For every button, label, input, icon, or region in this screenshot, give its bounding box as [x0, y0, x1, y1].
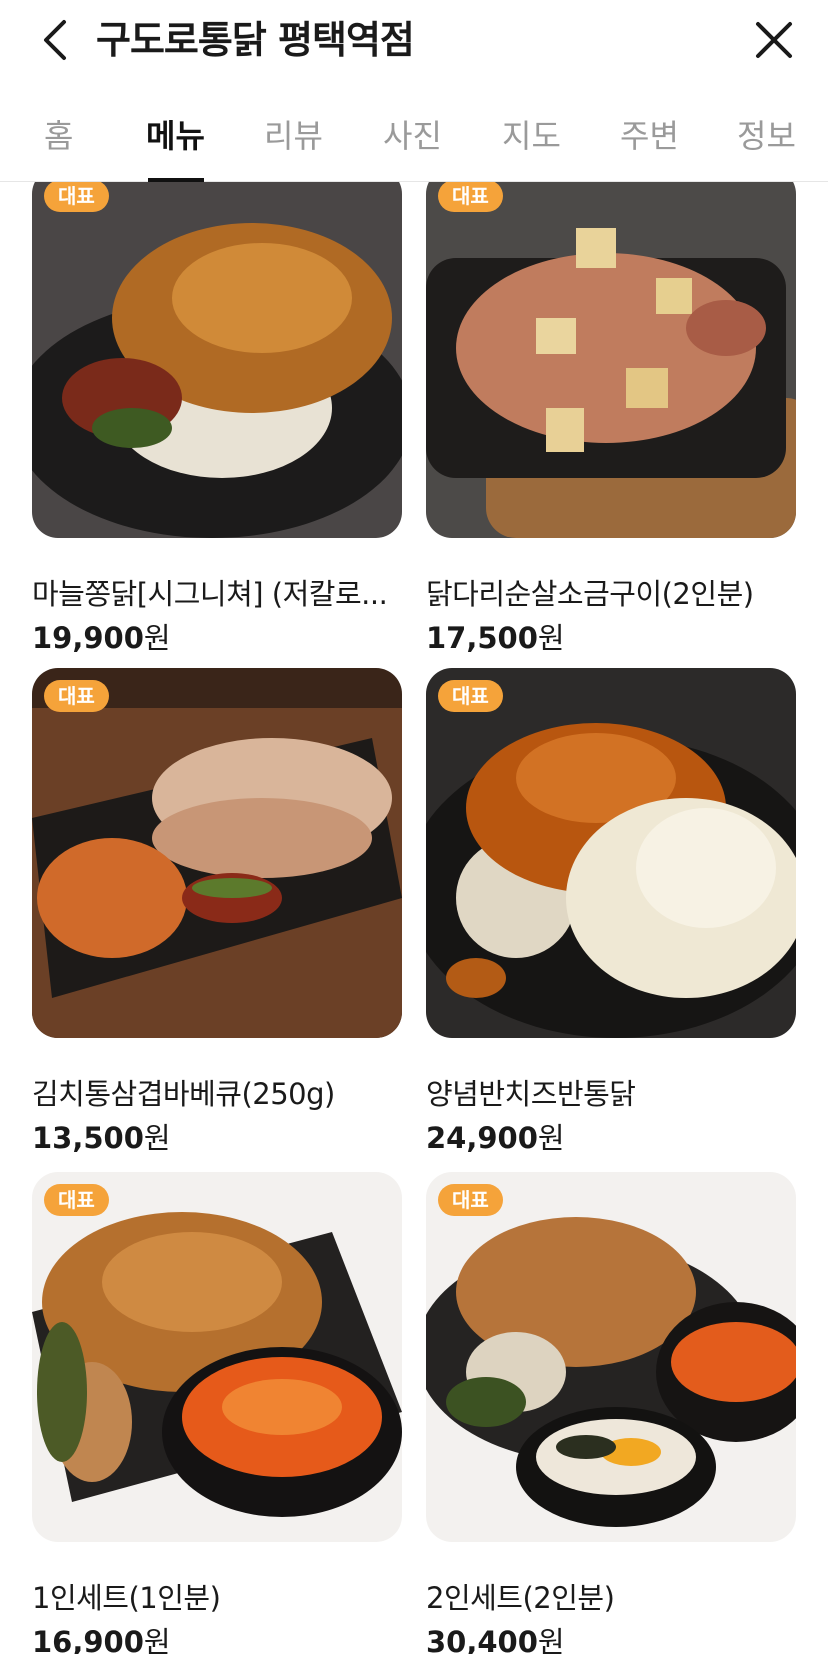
tab-bar: 홈 메뉴 리뷰 사진 지도 주변 정보 [0, 100, 828, 182]
menu-item[interactable]: 대표 2인세트(2인분) 30,400원 [426, 1172, 796, 1654]
close-icon [756, 22, 792, 58]
tab-map[interactable]: 지도 [502, 114, 561, 158]
menu-item-name: 김치통삼겹바베큐(250g) [32, 1077, 335, 1111]
tab-nearby[interactable]: 주변 [620, 114, 679, 158]
menu-item-price: 30,400원 [426, 1622, 796, 1654]
menu-item[interactable]: 대표 닭다리순살소금구이(2인분) 17,500원 [426, 182, 796, 658]
price-amount: 30,400 [426, 1625, 538, 1654]
price-unit: 원 [143, 621, 171, 655]
price-amount: 24,900 [426, 1121, 538, 1155]
signature-badge: 대표 [44, 680, 109, 712]
price-unit: 원 [537, 1121, 565, 1155]
price-unit: 원 [537, 1625, 565, 1654]
signature-badge: 대표 [438, 1184, 503, 1216]
tab-photos[interactable]: 사진 [383, 114, 442, 158]
price-amount: 17,500 [426, 621, 538, 655]
menu-item-name: 닭다리순살소금구이(2인분) [426, 577, 754, 611]
menu-item-photo: 대표 [426, 1172, 796, 1542]
menu-item-name: 마늘쫑닭[시그니쳐] (저칼로... [32, 577, 388, 611]
top-bar: 구도로통닭 평택역점 [0, 0, 828, 82]
signature-badge: 대표 [438, 182, 503, 212]
price-amount: 19,900 [32, 621, 144, 655]
menu-item-price: 17,500원 [426, 618, 796, 658]
signature-badge: 대표 [438, 680, 503, 712]
menu-item-photo: 대표 [426, 182, 796, 538]
signature-badge: 대표 [44, 182, 109, 212]
menu-item[interactable]: 대표 양념반치즈반통닭 24,900원 [426, 668, 796, 1158]
menu-item-price: 13,500원 [32, 1118, 402, 1158]
menu-item-name: 양념반치즈반통닭 [426, 1077, 636, 1111]
menu-item-price: 16,900원 [32, 1622, 402, 1654]
menu-item-photo: 대표 [32, 668, 402, 1038]
tab-home[interactable]: 홈 [44, 114, 73, 158]
tab-info[interactable]: 정보 [737, 114, 796, 158]
menu-item-price: 24,900원 [426, 1118, 796, 1158]
menu-grid: 대표 마늘쫑닭[시그니쳐] (저칼로... 19,900원 대표 닭다리순살소금… [0, 182, 828, 1654]
menu-item-price: 19,900원 [32, 618, 402, 658]
price-unit: 원 [143, 1121, 171, 1155]
back-button[interactable] [34, 14, 82, 66]
menu-item-photo: 대표 [426, 668, 796, 1038]
page-title: 구도로통닭 평택역점 [96, 18, 415, 62]
menu-item-name: 1인세트(1인분) [32, 1581, 221, 1615]
chevron-left-icon [44, 20, 66, 60]
price-amount: 16,900 [32, 1625, 144, 1654]
price-amount: 13,500 [32, 1121, 144, 1155]
signature-badge: 대표 [44, 1184, 109, 1216]
tab-reviews[interactable]: 리뷰 [264, 114, 323, 158]
menu-item-photo: 대표 [32, 182, 402, 538]
close-button[interactable] [748, 14, 800, 66]
menu-item-name: 2인세트(2인분) [426, 1581, 615, 1615]
tab-menu[interactable]: 메뉴 [146, 114, 205, 158]
menu-item[interactable]: 대표 1인세트(1인분) 16,900원 [32, 1172, 402, 1654]
menu-item[interactable]: 대표 마늘쫑닭[시그니쳐] (저칼로... 19,900원 [32, 182, 402, 658]
price-unit: 원 [143, 1625, 171, 1654]
menu-item[interactable]: 대표 김치통삼겹바베큐(250g) 13,500원 [32, 668, 402, 1158]
menu-item-photo: 대표 [32, 1172, 402, 1542]
price-unit: 원 [537, 621, 565, 655]
